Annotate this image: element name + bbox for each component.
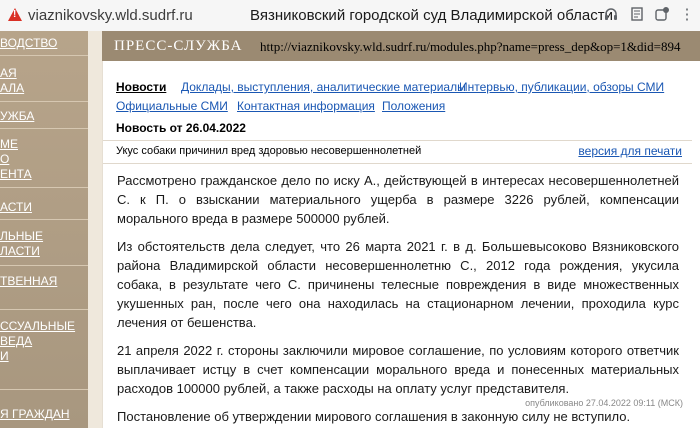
tab-regulations[interactable]: Положения xyxy=(382,99,445,113)
sidebar-item-7[interactable]: ТВЕННАЯ xyxy=(0,274,88,289)
tab-reports[interactable]: Доклады, выступления, аналитические мате… xyxy=(181,80,466,94)
news-paragraph: Рассмотрено гражданское дело по иску А.,… xyxy=(117,173,679,226)
address-url[interactable]: viaznikovsky.wld.sudrf.ru xyxy=(28,7,193,24)
news-title: Укус собаки причинил вред здоровью несов… xyxy=(116,145,422,157)
sidebar-divider xyxy=(0,219,88,220)
sidebar-divider xyxy=(0,309,88,310)
browser-address-bar: ! viaznikovsky.wld.sudrf.ru Вязниковский… xyxy=(0,0,700,32)
sidebar-item-6[interactable]: ЛЬНЫЕ ЛАСТИ xyxy=(0,229,88,259)
not-secure-warning-icon[interactable]: ! xyxy=(8,8,22,21)
section-header: ПРЕСС-СЛУЖБА http://viaznikovsky.wld.sud… xyxy=(102,31,700,61)
news-paragraph: 21 апреля 2022 г. стороны заключили миро… xyxy=(117,343,679,396)
sidebar-item-2[interactable]: АЯ АЛА xyxy=(0,66,88,96)
headphones-icon[interactable] xyxy=(602,6,620,24)
content-panel: Новости Доклады, выступления, аналитичес… xyxy=(102,61,693,428)
tab-news[interactable]: Новости xyxy=(116,80,166,94)
sidebar-item-8[interactable]: ССУАЛЬНЫЕ ВЕДА И xyxy=(0,319,88,364)
sidebar-item-1[interactable]: ВОДСТВО xyxy=(0,36,88,51)
section-url: http://viaznikovsky.wld.sudrf.ru/modules… xyxy=(260,39,681,54)
sidebar-divider xyxy=(0,101,88,102)
sidebar-menu: ВОДСТВО АЯ АЛА УЖБА МЕ О ЕНТА АСТИ ЛЬНЫЕ… xyxy=(0,31,88,428)
sidebar-item-3[interactable]: УЖБА xyxy=(0,109,88,124)
published-timestamp: опубликовано 27.04.2022 09:11 (МСК) xyxy=(525,398,683,408)
sidebar-divider xyxy=(0,128,88,129)
reader-mode-icon[interactable] xyxy=(628,6,646,24)
sidebar-divider xyxy=(0,265,88,266)
news-title-row: Укус собаки причинил вред здоровью несов… xyxy=(103,140,692,164)
sidebar-divider xyxy=(0,187,88,188)
news-body: Рассмотрено гражданское дело по иску А.,… xyxy=(117,171,679,435)
sidebar-gutter xyxy=(88,31,102,428)
tabs-count-icon[interactable] xyxy=(653,6,671,24)
tab-official-media[interactable]: Официальные СМИ xyxy=(116,99,228,113)
section-title: ПРЕСС-СЛУЖБА xyxy=(114,38,243,54)
sidebar-divider xyxy=(0,389,88,390)
page-title: Вязниковский городской суд Владимирской … xyxy=(250,7,613,24)
news-paragraph: Постановление об утверждении мирового со… xyxy=(117,409,631,424)
news-paragraph: Из обстоятельств дела следует, что 26 ма… xyxy=(117,239,679,330)
news-date: Новость от 26.04.2022 xyxy=(116,121,246,135)
sidebar-divider xyxy=(0,55,88,56)
tab-contacts[interactable]: Контактная информация xyxy=(237,99,375,113)
sidebar-item-5[interactable]: АСТИ xyxy=(0,200,88,215)
tab-interviews[interactable]: Интервью, публикации, обзоры СМИ xyxy=(459,80,664,94)
print-version-link[interactable]: версия для печати xyxy=(578,144,682,158)
menu-dots-icon[interactable]: ⋮ xyxy=(678,6,696,24)
sidebar-item-4[interactable]: МЕ О ЕНТА xyxy=(0,137,88,182)
sidebar-item-9[interactable]: Я ГРАЖДАН xyxy=(0,407,88,422)
